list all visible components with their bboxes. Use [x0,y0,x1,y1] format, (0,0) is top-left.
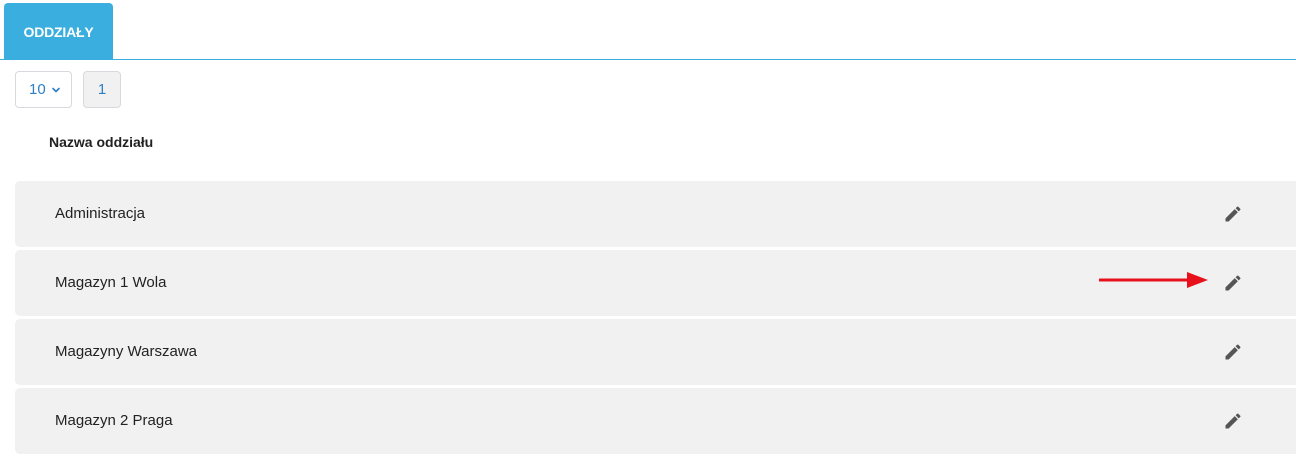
page-size-select[interactable]: 10 [15,71,72,108]
pencil-icon[interactable] [1223,342,1243,362]
page-size-value: 10 [29,81,46,98]
tab-bar: ODDZIAŁY [0,0,1296,60]
row-name: Magazyn 1 Wola [55,274,167,291]
chevron-down-icon [51,87,60,92]
pencil-icon[interactable] [1223,411,1243,431]
table-row: Magazyny Warszawa [15,319,1296,385]
row-name: Administracja [55,205,146,222]
row-name: Magazyn 2 Praga [55,412,173,429]
table-row: Administracja [15,181,1296,247]
tab-oddzialy[interactable]: ODDZIAŁY [4,3,113,60]
pencil-icon[interactable] [1223,273,1243,293]
red-arrow-right-icon [1099,272,1208,288]
row-name: Magazyny Warszawa [55,343,197,360]
table-row: Magazyn 2 Praga [15,388,1296,454]
pencil-icon[interactable] [1223,204,1243,224]
column-header-name[interactable]: Nazwa oddziału [49,134,153,150]
page-button-1[interactable]: 1 [83,71,121,108]
